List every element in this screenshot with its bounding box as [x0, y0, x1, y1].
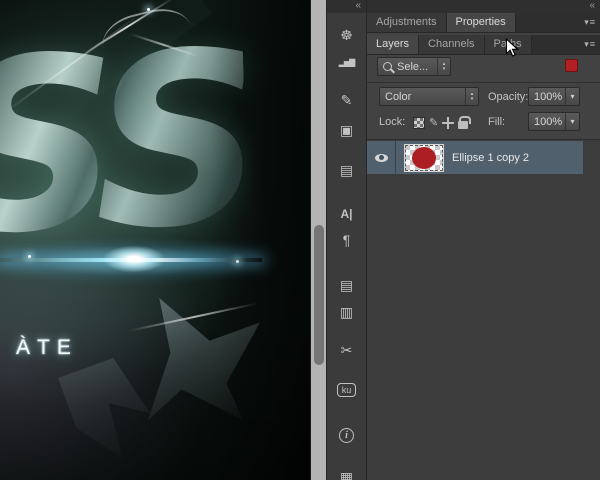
- eye-icon: [375, 154, 388, 162]
- mouse-cursor: [505, 38, 519, 58]
- info-badge: i: [339, 428, 354, 443]
- blend-mode-dropdown[interactable]: Color ▴ ▾: [379, 87, 479, 106]
- filter-pick-icon: [383, 62, 392, 71]
- swatches-panel-icon[interactable]: ▦: [327, 465, 366, 480]
- scrollbar-thumb[interactable]: [314, 225, 324, 365]
- kuler-badge: ku: [337, 383, 356, 397]
- character-panel-icon[interactable]: A|: [327, 202, 366, 226]
- layer-filter-kind-dropdown[interactable]: Sele... ▴ ▾: [377, 57, 451, 76]
- lock-image-pixels-icon[interactable]: ✎: [429, 117, 438, 129]
- navigator-panel-icon[interactable]: ☸: [327, 23, 366, 47]
- clone-source-panel-icon[interactable]: ▣: [327, 118, 366, 142]
- visibility-cell[interactable]: [367, 141, 396, 174]
- properties-tab-bar: Adjustments Properties ▾≡: [367, 13, 600, 33]
- brush-panel-icon[interactable]: ✎: [327, 88, 366, 112]
- layers-panel-body: Sele... ▴ ▾ Color ▴ ▾ Opacity: 100% ▾: [367, 55, 600, 480]
- notes-panel-icon[interactable]: ▤: [327, 273, 366, 297]
- artwork-vignette: [0, 0, 310, 480]
- red-ellipse-thumbnail: [412, 147, 436, 169]
- chevron-down-icon: ▾: [565, 88, 579, 105]
- opacity-label: Opacity:: [488, 91, 528, 103]
- paragraph-panel-icon[interactable]: ¶: [327, 228, 366, 252]
- fill-dropdown[interactable]: 100% ▾: [528, 112, 580, 131]
- lock-all-icon[interactable]: [458, 121, 468, 129]
- panel-menu-icon[interactable]: ▾≡: [584, 17, 596, 28]
- panel-icon-dock: « ☸ ▂▅▇ ✎ ▣ ▤ A| ¶ ▤ ▥ ✂ ku i ▦: [326, 0, 366, 480]
- filter-kind-value: Sele...: [392, 61, 437, 73]
- opacity-value: 100%: [529, 91, 565, 103]
- photoshop-window: SS ÀTE « ☸ ▂▅▇ ✎ ▣ ▤ A| ¶ ▤ ▥ ✂ ku i ▦: [0, 0, 600, 480]
- layer-row-selected[interactable]: Ellipse 1 copy 2: [367, 141, 583, 174]
- tab-channels[interactable]: Channels: [419, 35, 484, 54]
- layers-tab-bar: Layers Channels Paths ▾≡: [367, 35, 600, 55]
- tools-panel-icon[interactable]: ✂: [327, 338, 366, 362]
- layer-comps-panel-icon[interactable]: ▤: [327, 158, 366, 182]
- layer-thumbnail[interactable]: [404, 144, 444, 172]
- fill-label: Fill:: [488, 116, 505, 128]
- layer-name: Ellipse 1 copy 2: [452, 152, 529, 164]
- lock-transparent-pixels-icon[interactable]: [413, 117, 425, 129]
- artwork-caption-text: ÀTE: [16, 336, 78, 360]
- layer-filtering-toggle[interactable]: [565, 59, 578, 72]
- lock-position-icon[interactable]: [442, 117, 454, 129]
- info-panel-icon[interactable]: i: [327, 423, 366, 447]
- kuler-panel-icon[interactable]: ku: [327, 378, 366, 402]
- dropdown-stepper-icon: ▴ ▾: [465, 88, 478, 105]
- tab-properties[interactable]: Properties: [447, 13, 516, 32]
- canvas-vertical-scrollbar[interactable]: [310, 0, 326, 480]
- document-canvas[interactable]: SS ÀTE: [0, 0, 310, 480]
- opacity-dropdown[interactable]: 100% ▾: [528, 87, 580, 106]
- chevron-down-icon: ▾: [565, 113, 579, 130]
- blend-mode-value: Color: [380, 91, 465, 103]
- panel-menu-icon[interactable]: ▾≡: [584, 39, 596, 50]
- fill-value: 100%: [529, 116, 565, 128]
- layers-list[interactable]: Ellipse 1 copy 2: [367, 140, 600, 480]
- histogram-panel-icon[interactable]: ▂▅▇: [327, 50, 366, 74]
- tab-layers[interactable]: Layers: [367, 35, 419, 54]
- divider: [367, 82, 600, 83]
- tab-adjustments[interactable]: Adjustments: [367, 13, 447, 32]
- collapse-panel-icon[interactable]: «: [367, 0, 600, 13]
- dropdown-stepper-icon: ▴ ▾: [437, 58, 450, 75]
- lock-buttons: ✎: [413, 113, 485, 132]
- tool-presets-panel-icon[interactable]: ▥: [327, 300, 366, 324]
- lock-label: Lock:: [379, 116, 405, 128]
- collapse-dock-icon[interactable]: «: [327, 0, 366, 13]
- right-panel-group: « Adjustments Properties ▾≡ Layers Chann…: [366, 0, 600, 480]
